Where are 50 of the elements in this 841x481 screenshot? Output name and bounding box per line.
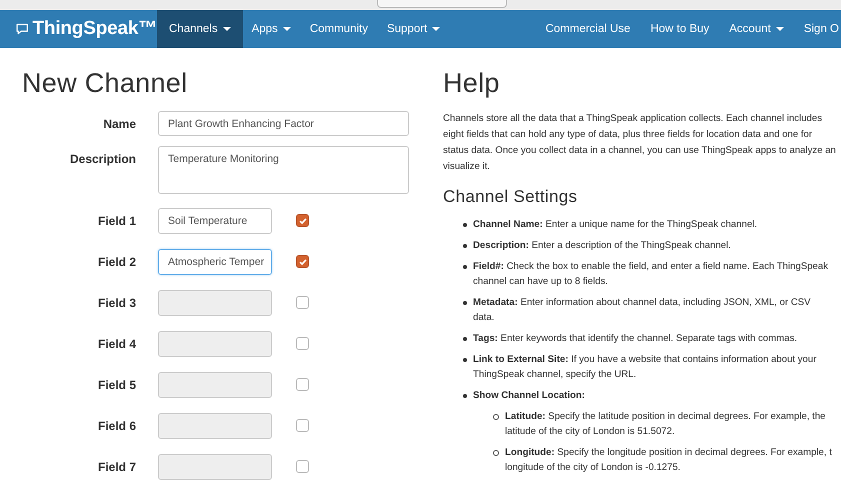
bullet-icon	[463, 358, 467, 362]
checkbox[interactable]	[296, 214, 309, 227]
field-label: Description	[68, 152, 136, 166]
checkbox[interactable]	[296, 255, 309, 268]
page-title: New Channel	[22, 68, 188, 99]
help-item: Description: Enter a description of the ThingSpeak channel.	[473, 239, 731, 253]
field-label: Field 3	[96, 296, 136, 310]
browser-tab[interactable]	[377, 0, 507, 8]
check-icon	[298, 256, 308, 266]
input-field[interactable]: Plant Growth Enhancing Factor	[158, 111, 409, 136]
help-item: Field#: Check the box to enable the field, and enter a field name. Each ThingSpeak channel can have up to 8 fields.	[473, 260, 830, 289]
field-label: Field 7	[96, 460, 136, 474]
nav-link[interactable]: Channels	[157, 10, 243, 48]
help-item: Longitude: Specify the longitude position in decimal degrees. For example, t longitude of the city of London is -0.1275.	[505, 446, 833, 475]
bullet-icon	[463, 301, 467, 305]
bullet-icon	[463, 337, 467, 341]
help-item: Tags: Enter keywords that identify the channel. Separate tags with commas.	[473, 332, 798, 346]
circle-bullet-icon	[493, 414, 499, 420]
field-label: Field 6	[96, 418, 136, 432]
field-label: Field 5	[96, 378, 136, 392]
logo-text: ThingSpeak™	[32, 18, 157, 40]
bullet-icon	[463, 244, 467, 248]
nav-link[interactable]: Apps	[242, 10, 301, 48]
help-item: Channel Name: Enter a unique name for the ThingSpeak channel.	[473, 218, 758, 232]
help-item: Metadata: Enter information about channel data, including JSON, XML, or CSV data.	[473, 296, 812, 325]
circle-bullet-icon	[493, 450, 499, 456]
logo[interactable]: ThingSpeak™	[16, 10, 157, 48]
help-item: Latitude: Specify the latitude position in decimal degrees. For example, the latitude of the city of London is 51.5072.	[505, 410, 826, 439]
help-item: Show Channel Location:	[473, 389, 585, 403]
bullet-icon	[463, 265, 467, 269]
nav-link[interactable]: Commercial Use	[535, 10, 640, 48]
field-label: Field 4	[96, 336, 136, 350]
input-field[interactable]: Atmospheric Temper	[158, 248, 272, 274]
help-item: Link to External Site: If you have a website that contains information about your ThingSpeak channel, specify the URL.	[473, 353, 818, 382]
help-title: Help	[443, 68, 501, 99]
nav-link[interactable]: Account	[719, 10, 794, 48]
field-label: Name	[102, 116, 136, 130]
field-label: Field 1	[96, 214, 136, 228]
nav-link[interactable]: Support	[376, 10, 450, 48]
nav-link[interactable]: Sign O	[794, 10, 841, 48]
text-area[interactable]: Temperature Monitoring	[158, 146, 409, 194]
bullet-icon	[463, 223, 467, 227]
nav-link[interactable]: How to Buy	[640, 10, 720, 48]
help-paragraph: Channels store all the data that a ThingSpeak application collects. Each channel includes eight fields that can hold any type of data, plus three fields for location data and one for status data. Once you collect data in a channel, you can use ThingSpeak apps to analyze an visualize it.	[443, 112, 837, 174]
section-heading: Channel Settings	[443, 187, 578, 207]
input-field[interactable]: Soil Temperature	[158, 208, 272, 234]
bullet-icon	[463, 394, 467, 398]
nav-link[interactable]: Community	[300, 10, 378, 48]
check-icon	[298, 216, 308, 226]
field-label: Field 2	[96, 254, 136, 268]
